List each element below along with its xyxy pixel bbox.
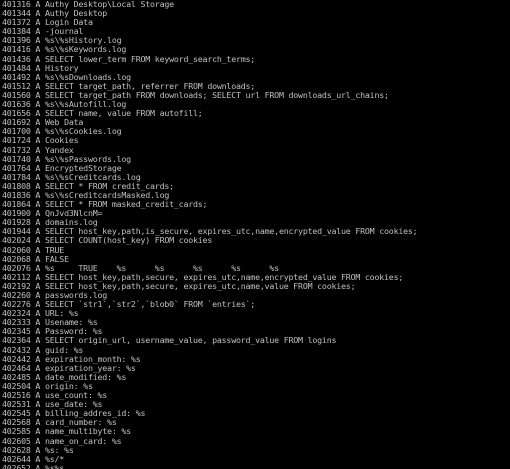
output-line: 402628 A %s: %s — [2, 444, 74, 455]
console-window: 401316 A Authy Desktop\Local Storage 4013… — [0, 0, 510, 469]
output-line: 402652 A %s%s — [2, 462, 65, 469]
strings-output: 401316 A Authy Desktop\Local Storage 4013… — [2, 0, 418, 469]
output-line: 402024 A SELECT COUNT(host_key) FROM coo… — [2, 235, 213, 246]
output-line: 402644 A %s/* — [2, 453, 65, 464]
